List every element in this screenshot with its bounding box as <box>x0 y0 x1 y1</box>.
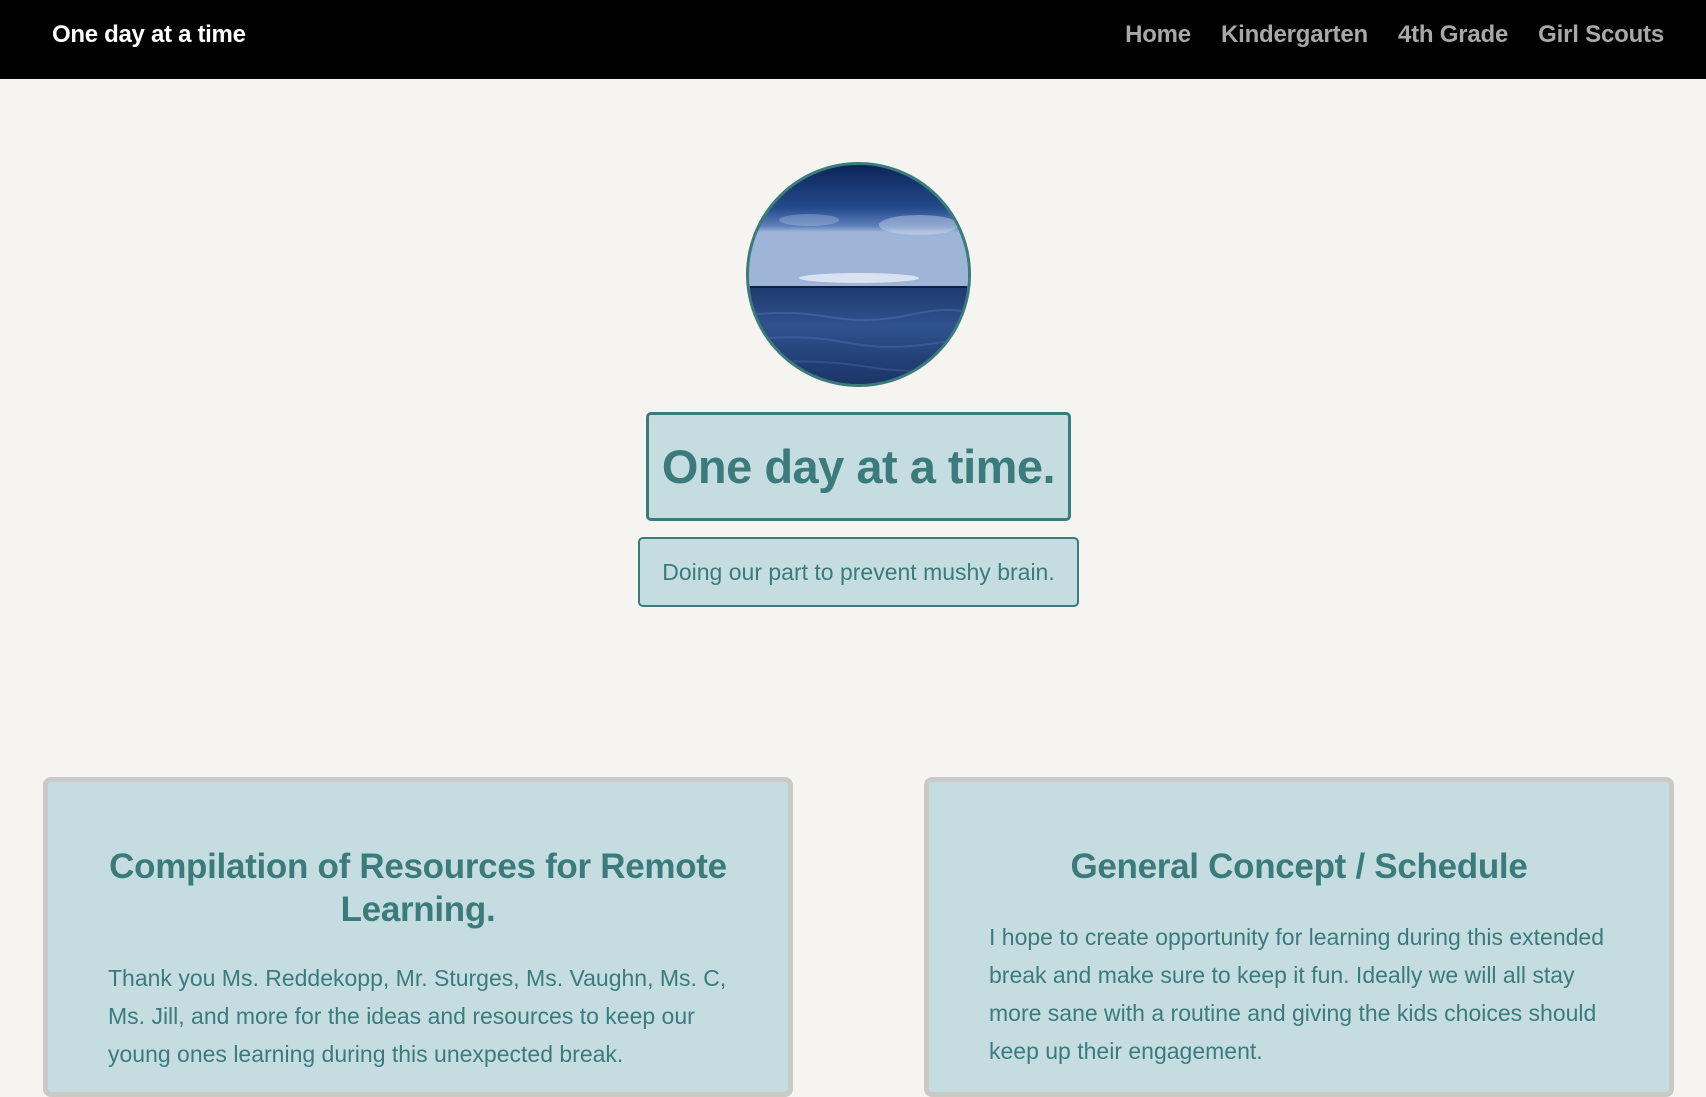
resources-card-heading: Compilation of Resources for Remote Lear… <box>109 847 727 929</box>
resources-card: Compilation of Resources for Remote Lear… <box>43 777 793 1097</box>
ocean-horizon-image <box>749 165 968 384</box>
nav-link-4th-grade[interactable]: 4th Grade <box>1398 21 1508 49</box>
nav-link-girl-scouts[interactable]: Girl Scouts <box>1538 21 1664 49</box>
nav-link-kindergarten[interactable]: Kindergarten <box>1221 21 1368 49</box>
hero-avatar-ocean-image <box>746 162 971 387</box>
schedule-card: General Concept / Schedule I hope to cre… <box>924 777 1674 1097</box>
schedule-card-heading: General Concept / Schedule <box>1070 847 1528 886</box>
hero-subtitle: Doing our part to prevent mushy brain. <box>638 537 1079 607</box>
site-brand-link[interactable]: One day at a time <box>52 21 246 49</box>
main-nav: Home Kindergarten 4th Grade Girl Scouts <box>1125 21 1664 49</box>
schedule-card-body: I hope to create opportunity for learnin… <box>989 924 1605 1064</box>
nav-link-home[interactable]: Home <box>1125 21 1191 49</box>
top-navbar: One day at a time Home Kindergarten 4th … <box>0 0 1706 79</box>
hero-title: One day at a time. <box>646 412 1071 521</box>
resources-card-body: Thank you Ms. Reddekopp, Mr. Sturges, Ms… <box>108 965 727 1067</box>
